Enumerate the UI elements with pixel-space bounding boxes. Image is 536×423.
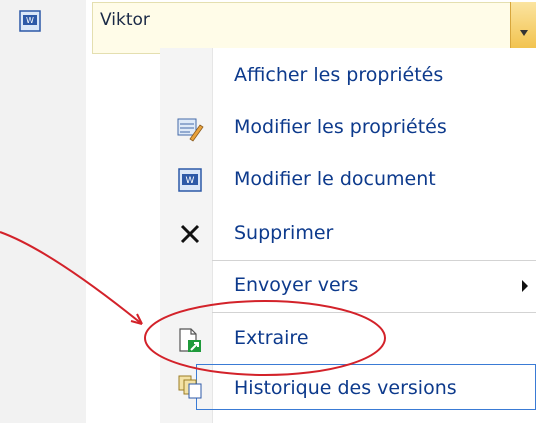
menu-item-modifier-proprietes[interactable]: Modifier les propriétés [212,104,536,152]
menu-item-label: Extraire [234,327,309,349]
menu-item-historique-versions[interactable]: Historique des versions [212,365,536,413]
delete-x-icon [176,220,204,248]
menu-item-label: Afficher les propriétés [234,64,444,86]
menu-item-envoyer-vers[interactable]: Envoyer vers [212,262,536,310]
menu-item-label: Envoyer vers [234,274,359,296]
menu-item-label: Supprimer [234,222,334,244]
item-dropdown-button[interactable] [510,2,536,54]
version-history-icon [176,372,204,400]
menu-item-supprimer[interactable]: Supprimer [212,210,536,258]
menu-item-label: Modifier le document [234,168,436,190]
item-name-text[interactable]: Viktor [100,10,150,30]
item-name-cell[interactable] [92,2,536,54]
menu-item-label: Modifier les propriétés [234,116,447,138]
menu-item-afficher-proprietes[interactable]: Afficher les propriétés [212,52,536,100]
svg-text:W: W [26,16,34,25]
word-document-icon: W [176,166,204,194]
chevron-down-icon [520,30,528,36]
checkout-icon [176,326,204,354]
menu-item-label: Historique des versions [234,377,457,399]
menu-item-modifier-document[interactable]: Modifier le document [212,156,536,204]
edit-properties-icon [176,115,204,143]
submenu-arrow-icon [522,280,528,292]
menu-separator [212,260,536,261]
word-document-icon[interactable]: W [18,8,44,34]
list-row-left-cell [0,0,86,423]
menu-item-extraire[interactable]: Extraire [212,315,536,363]
svg-text:W: W [186,176,195,186]
menu-separator [212,312,536,313]
annotation-arrowhead [130,313,143,325]
